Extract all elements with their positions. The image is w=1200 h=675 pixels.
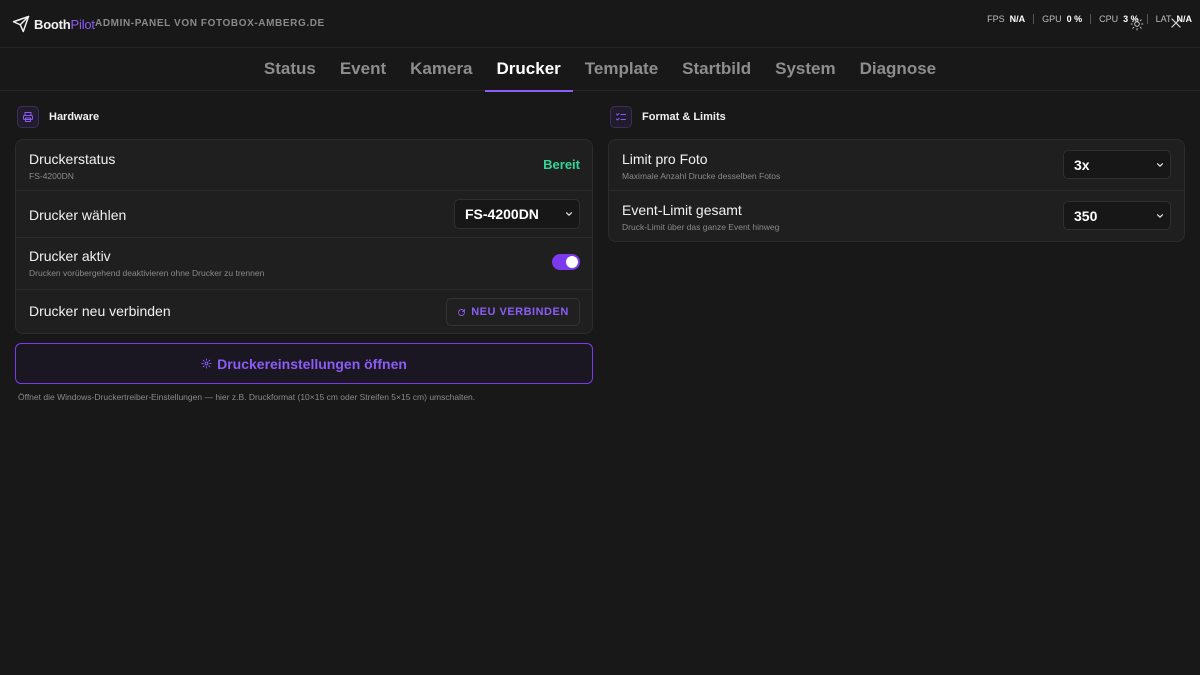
printer-settings-hint: Öffnet die Windows-Druckertreiber-Einste…	[18, 392, 476, 402]
chevron-down-icon	[1156, 162, 1164, 167]
format-title: Format & Limits	[642, 111, 726, 123]
printer-reconnect-row: Drucker neu verbinden NEU VERBINDEN	[16, 290, 592, 334]
tab-event[interactable]: Event	[328, 49, 398, 91]
limit-per-photo-value: 3x	[1074, 156, 1090, 173]
tab-diagnose[interactable]: Diagnose	[848, 49, 949, 91]
system-stats: FPS N/A GPU 0 % CPU 3 % LAT N/A	[979, 12, 1200, 26]
status-badge: Bereit	[543, 157, 580, 172]
tab-kamera[interactable]: Kamera	[398, 49, 484, 91]
reconnect-button-label: NEU VERBINDEN	[471, 306, 569, 318]
reconnect-button[interactable]: NEU VERBINDEN	[446, 298, 580, 326]
printer-select-value: FS-4200DN	[465, 206, 539, 222]
tab-template[interactable]: Template	[573, 49, 670, 91]
close-icon[interactable]	[1169, 16, 1183, 30]
tab-drucker[interactable]: Drucker	[484, 49, 574, 92]
printer-reconnect-label: Drucker neu verbinden	[29, 303, 171, 319]
brand-name: BoothPilot	[34, 16, 95, 32]
printer-active-desc: Drucken vorübergehend deaktivieren ohne …	[29, 268, 265, 278]
refresh-icon	[458, 308, 466, 316]
stat-fps: FPS N/A	[987, 14, 1026, 24]
limit-per-photo-desc: Maximale Anzahl Drucke desselben Fotos	[622, 171, 781, 181]
event-limit-desc: Druck-Limit über das ganze Event hinweg	[622, 222, 780, 232]
top-bar: BoothPilot ADMIN-PANEL VON FOTOBOX-AMBER…	[0, 0, 1200, 48]
paper-plane-icon	[12, 15, 30, 33]
checklist-icon	[616, 113, 626, 121]
hardware-header: Hardware	[17, 106, 99, 128]
gear-icon	[201, 358, 212, 369]
format-header: Format & Limits	[610, 106, 726, 128]
printer-model-label: FS-4200DN	[29, 171, 74, 181]
main-tabs: Status Event Kamera Drucker Template Sta…	[0, 49, 1200, 92]
hardware-card: Druckerstatus FS-4200DN Bereit Drucker w…	[15, 139, 593, 334]
format-card: Limit pro Foto Maximale Anzahl Drucke de…	[608, 139, 1185, 242]
printer-active-row: Drucker aktiv Drucken vorübergehend deak…	[16, 238, 592, 290]
hardware-title: Hardware	[49, 111, 100, 123]
chevron-down-icon	[1156, 213, 1164, 218]
printer-select-label: Drucker wählen	[29, 207, 127, 223]
tab-system[interactable]: System	[763, 49, 847, 91]
limit-per-photo-row: Limit pro Foto Maximale Anzahl Drucke de…	[609, 140, 1184, 191]
printer-active-label: Drucker aktiv	[29, 248, 111, 264]
event-limit-select[interactable]: 350	[1063, 201, 1171, 230]
logo: BoothPilot	[12, 15, 95, 33]
printer-icon	[23, 112, 33, 122]
open-printer-settings-button[interactable]: Druckereinstellungen öffnen	[15, 343, 593, 384]
printer-active-toggle[interactable]	[552, 254, 580, 270]
toggle-knob	[566, 256, 578, 268]
limit-per-photo-label: Limit pro Foto	[622, 151, 708, 167]
open-printer-settings-label: Druckereinstellungen öffnen	[217, 355, 407, 372]
event-limit-label: Event-Limit gesamt	[622, 202, 742, 218]
event-limit-row: Event-Limit gesamt Druck-Limit über das …	[609, 191, 1184, 241]
printer-select-row: Drucker wählen FS-4200DN	[16, 191, 592, 238]
printer-select[interactable]: FS-4200DN	[454, 199, 580, 229]
chevron-down-icon	[565, 212, 573, 216]
printer-status-label: Druckerstatus	[29, 151, 116, 167]
limit-per-photo-select[interactable]: 3x	[1063, 150, 1171, 179]
tab-startbild[interactable]: Startbild	[670, 49, 763, 91]
event-limit-value: 350	[1074, 207, 1098, 224]
admin-subtitle: ADMIN-PANEL VON FOTOBOX-AMBERG.DE	[95, 18, 325, 29]
stat-gpu: GPU 0 %	[1033, 14, 1090, 24]
tab-status[interactable]: Status	[252, 49, 328, 91]
printer-status-row: Druckerstatus FS-4200DN Bereit	[16, 140, 592, 191]
sun-icon[interactable]	[1130, 17, 1144, 31]
